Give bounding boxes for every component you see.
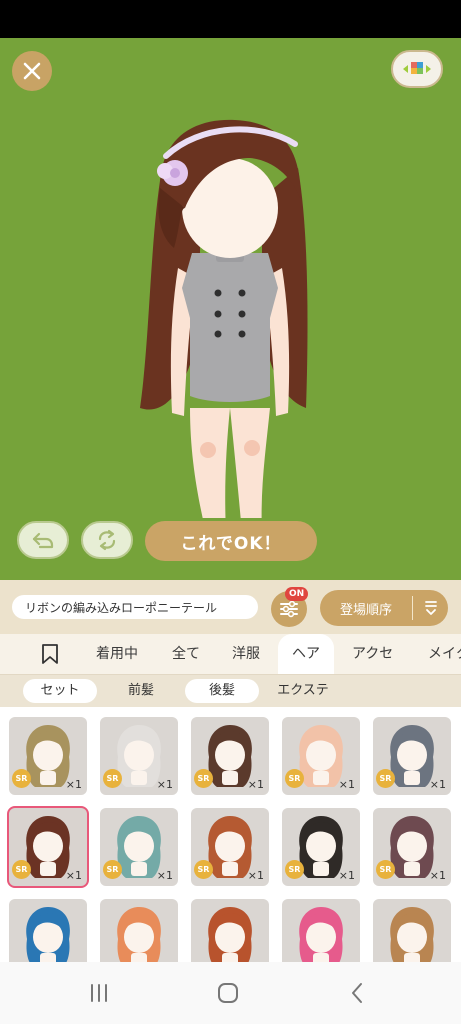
item-count: ×1 xyxy=(156,778,173,791)
tab-makeup[interactable]: メイク xyxy=(428,634,461,674)
hair-item-thumbnail xyxy=(26,907,70,962)
item-grid: SR ×1 SR ×1 SR ×1 SR ×1 SR ×1 SR ×1 SR ×1 SR ×1 SR ×1 SR ×1 xyxy=(0,707,461,962)
tab-accessories[interactable]: アクセ xyxy=(352,634,393,674)
rarity-badge: SR xyxy=(285,769,304,788)
hair-item-card[interactable]: SR ×1 xyxy=(9,717,87,795)
tab-all[interactable]: 全て xyxy=(172,634,200,674)
rarity-badge: SR xyxy=(285,860,304,879)
hair-item-card[interactable] xyxy=(9,899,87,962)
home-icon xyxy=(218,983,238,1003)
hair-subtabs: セット 前髪 後髪 エクステ xyxy=(0,675,461,707)
rarity-badge: SR xyxy=(12,860,31,879)
rarity-badge: SR xyxy=(194,769,213,788)
item-count: ×1 xyxy=(338,869,355,882)
tab-clothes[interactable]: 洋服 xyxy=(232,634,260,674)
rotate-button[interactable] xyxy=(81,521,133,559)
hair-item-card[interactable]: SR ×1 xyxy=(191,717,269,795)
item-count: ×1 xyxy=(156,869,173,882)
subtab-set[interactable]: セット xyxy=(23,679,97,703)
undo-button[interactable] xyxy=(17,521,69,559)
hair-item-card[interactable]: SR ×1 xyxy=(282,808,360,886)
selected-item-name: リボンの編み込みローポニーテール xyxy=(12,595,258,619)
hair-item-card[interactable]: SR ×1 xyxy=(373,808,451,886)
recent-apps-button[interactable] xyxy=(83,981,115,1005)
rarity-badge: SR xyxy=(103,769,122,788)
color-swap-icon xyxy=(403,62,431,74)
hair-item-card[interactable] xyxy=(191,899,269,962)
rarity-badge: SR xyxy=(376,860,395,879)
rarity-badge: SR xyxy=(376,769,395,788)
item-count: ×1 xyxy=(338,778,355,791)
subtab-back-hair[interactable]: 後髪 xyxy=(185,679,259,703)
hair-item-thumbnail xyxy=(299,907,343,962)
sort-order-label: 登場順序 xyxy=(339,602,392,618)
back-button[interactable] xyxy=(341,981,373,1005)
item-count: ×1 xyxy=(247,778,264,791)
close-button[interactable] xyxy=(12,51,52,91)
hair-item-card[interactable] xyxy=(100,899,178,962)
hair-item-card[interactable] xyxy=(282,899,360,962)
hair-item-card[interactable] xyxy=(373,899,451,962)
avatar-figure xyxy=(140,119,308,518)
item-count: ×1 xyxy=(429,869,446,882)
sliders-icon xyxy=(280,600,298,618)
hair-item-card[interactable]: SR ×1 xyxy=(100,717,178,795)
hair-item-card[interactable]: SR ×1 xyxy=(9,808,87,886)
rarity-badge: SR xyxy=(12,769,31,788)
hair-item-thumbnail xyxy=(390,907,434,962)
bookmark-icon xyxy=(42,644,58,664)
hair-item-thumbnail xyxy=(117,907,161,962)
tab-hair[interactable]: ヘア xyxy=(278,634,334,674)
recent-apps-icon xyxy=(91,984,107,1002)
item-count: ×1 xyxy=(247,869,264,882)
hair-item-thumbnail xyxy=(208,907,252,962)
rotate-icon xyxy=(98,529,116,551)
rarity-badge: SR xyxy=(194,860,213,879)
rarity-badge: SR xyxy=(103,860,122,879)
item-info-bar: リボンの編み込みローポニーテール ON 登場順序 xyxy=(0,580,461,634)
subtab-extensions[interactable]: エクステ xyxy=(266,679,340,703)
confirm-ok-button[interactable]: これでOK！ xyxy=(145,521,317,561)
category-tabs: 着用中 全て 洋服 ヘア アクセ メイク xyxy=(0,634,461,675)
avatar-stage: これでOK！ xyxy=(0,38,461,580)
item-count: ×1 xyxy=(429,778,446,791)
undo-icon xyxy=(32,532,54,549)
status-bar xyxy=(0,0,461,38)
sort-order-button[interactable]: 登場順序 xyxy=(320,590,448,626)
subtab-front-hair[interactable]: 前髪 xyxy=(104,679,178,703)
sort-direction-icon[interactable] xyxy=(413,600,448,616)
bookmark-tab[interactable] xyxy=(40,643,60,669)
home-button[interactable] xyxy=(212,981,244,1005)
tab-wearing[interactable]: 着用中 xyxy=(96,634,138,674)
item-count: ×1 xyxy=(65,778,82,791)
hair-item-card[interactable]: SR ×1 xyxy=(191,808,269,886)
hair-item-card[interactable]: SR ×1 xyxy=(100,808,178,886)
item-count: ×1 xyxy=(65,869,82,882)
hair-item-card[interactable]: SR ×1 xyxy=(282,717,360,795)
back-icon xyxy=(352,983,362,1003)
background-swap-button[interactable] xyxy=(391,50,443,88)
filter-on-badge: ON xyxy=(285,587,309,601)
system-nav-bar xyxy=(0,962,461,1024)
close-icon xyxy=(23,62,41,80)
hair-item-card[interactable]: SR ×1 xyxy=(373,717,451,795)
